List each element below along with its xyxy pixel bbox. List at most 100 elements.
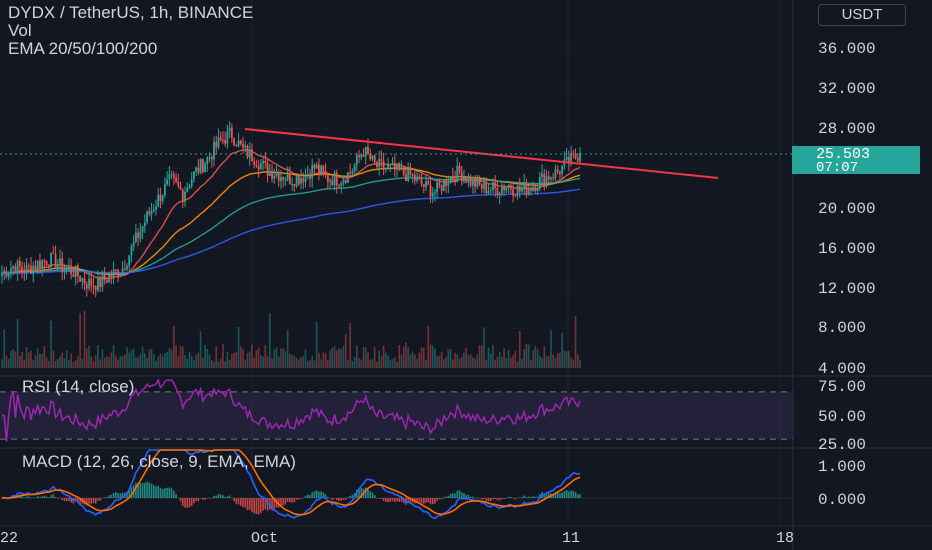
candle-body <box>391 163 394 165</box>
macd-histogram-bar <box>222 495 224 498</box>
candle-body <box>112 269 115 277</box>
time-tick: Oct <box>251 530 279 547</box>
candle-body <box>217 137 220 148</box>
volume-bar <box>244 359 247 368</box>
macd-histogram-bar <box>193 498 195 504</box>
volume-bar <box>210 360 213 368</box>
macd-histogram-bar <box>164 488 166 498</box>
volume-bar <box>353 356 356 368</box>
volume-bar <box>141 346 144 368</box>
volume-bar <box>181 346 184 368</box>
candle-body <box>213 141 215 160</box>
volume-bar <box>45 357 48 368</box>
candle[interactable] <box>465 176 468 184</box>
ema-legend[interactable]: EMA 20/50/100/200 <box>8 40 157 58</box>
macd-histogram-bar <box>157 485 160 498</box>
macd-histogram-bar <box>340 498 343 501</box>
chart-title[interactable]: DYDX / TetherUS, 1h, BINANCE <box>8 4 253 22</box>
volume-bar <box>21 351 23 368</box>
currency-button[interactable]: USDT <box>818 4 906 26</box>
volume-bar <box>554 357 557 368</box>
candle-body <box>413 174 416 181</box>
candle-body <box>331 180 334 186</box>
macd-histogram-bar <box>532 496 534 498</box>
candle-body <box>507 185 510 188</box>
candle-body <box>483 182 485 189</box>
candle-body <box>88 278 90 289</box>
volume-bar <box>398 344 401 368</box>
candle-body <box>134 232 137 243</box>
macd-histogram-bar <box>318 491 320 498</box>
candle-body <box>248 149 251 158</box>
volume-bar <box>188 351 191 368</box>
volume-bar <box>574 316 577 368</box>
macd-histogram-bar <box>391 498 394 502</box>
macd-histogram-bar <box>298 498 300 500</box>
volume-bar <box>97 344 99 368</box>
candle[interactable] <box>199 158 202 175</box>
macd-histogram-bar <box>161 488 164 498</box>
candle-body <box>32 265 35 274</box>
volume-bar <box>543 346 546 368</box>
macd-histogram-bar <box>563 491 566 498</box>
candle-body <box>465 177 468 183</box>
volume-bar <box>373 347 376 368</box>
candle-body <box>14 266 17 274</box>
candle-body <box>434 192 436 194</box>
candle[interactable] <box>347 171 349 184</box>
volume-bar <box>400 354 403 368</box>
volume-bar <box>193 360 195 368</box>
candle-body <box>161 195 164 202</box>
candle-body <box>463 177 465 182</box>
candle[interactable] <box>442 180 445 192</box>
candle-body <box>516 185 519 196</box>
volume-bar <box>306 360 309 368</box>
candle-body <box>291 184 294 186</box>
candle-body <box>275 173 278 176</box>
candle-body <box>454 178 456 183</box>
candle-body <box>277 173 280 181</box>
candle[interactable] <box>79 275 82 282</box>
candle-body <box>193 171 195 180</box>
candle-body <box>512 189 514 196</box>
candle[interactable] <box>233 137 235 147</box>
candle[interactable] <box>201 158 204 174</box>
volume-bar <box>460 356 463 368</box>
candle-body <box>416 176 418 181</box>
candle-body <box>445 180 448 186</box>
candle[interactable] <box>246 144 249 160</box>
volume-bar <box>541 357 543 368</box>
volume-legend[interactable]: Vol <box>8 22 32 40</box>
price-tick: 36.000 <box>818 40 876 58</box>
candle-body <box>61 258 64 272</box>
volume-bar <box>416 358 418 368</box>
rsi-legend[interactable]: RSI (14, close) <box>22 377 134 397</box>
volume-bar <box>523 348 526 368</box>
macd-histogram-bar <box>349 495 351 498</box>
volume-bar <box>43 346 46 368</box>
macd-histogram-bar <box>574 492 577 498</box>
candle-body <box>458 165 461 172</box>
volume-bar <box>527 344 530 368</box>
volume-bar <box>563 350 566 368</box>
volume-bar <box>481 345 483 368</box>
candle-body <box>525 182 528 195</box>
macd-histogram-bar <box>474 498 476 499</box>
candle[interactable] <box>449 175 452 184</box>
candle-body <box>197 167 200 173</box>
macd-histogram-bar <box>371 492 374 498</box>
candle-body <box>402 167 405 175</box>
rsi-tick: 25.00 <box>818 436 867 454</box>
volume-bar <box>532 349 534 368</box>
candle-body <box>16 261 19 274</box>
candle[interactable] <box>295 174 298 189</box>
candle-body <box>141 226 144 232</box>
volume-bar <box>425 360 427 368</box>
macd-histogram-bar <box>39 497 41 498</box>
macd-histogram-bar <box>251 498 253 512</box>
volume-bar <box>467 354 470 368</box>
candle-body <box>311 165 314 179</box>
volume-bar <box>391 358 394 368</box>
macd-histogram-bar <box>25 496 28 498</box>
macd-legend[interactable]: MACD (12, 26, close, 9, EMA, EMA) <box>22 452 296 472</box>
